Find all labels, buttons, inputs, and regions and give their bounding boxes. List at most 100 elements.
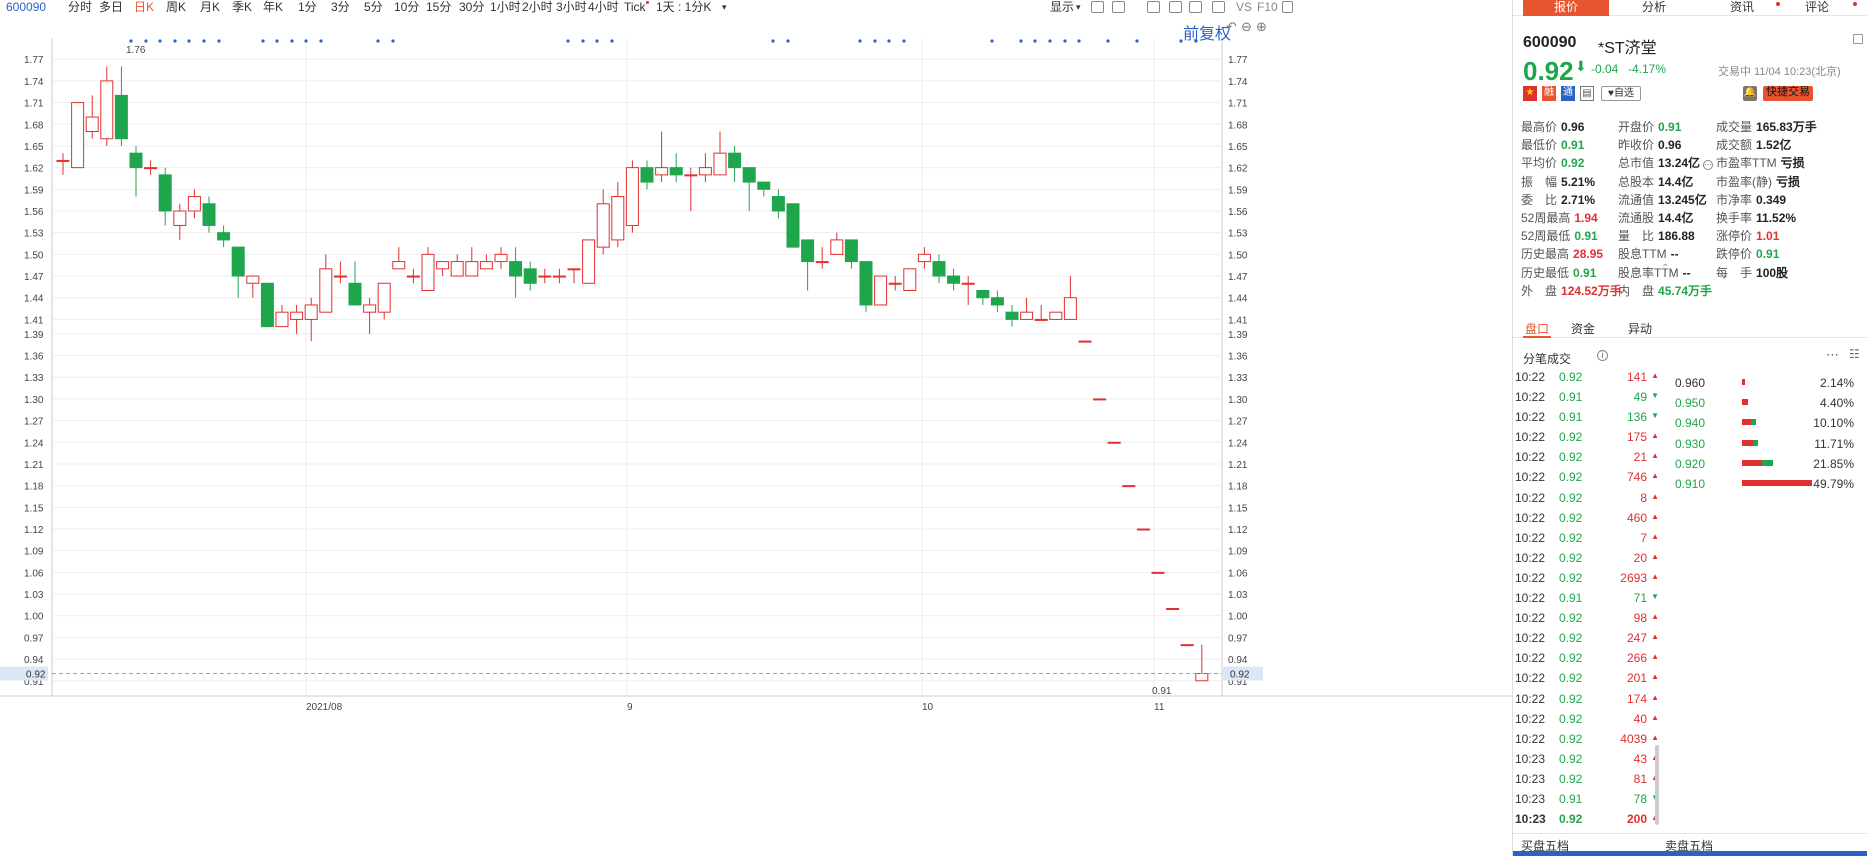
candle-body[interactable] — [903, 268, 917, 291]
period-14[interactable]: 2小时 — [522, 0, 553, 14]
chevron-down-icon[interactable]: ▾ — [1076, 0, 1081, 14]
event-marker[interactable] — [902, 39, 906, 43]
candle-body[interactable] — [625, 167, 639, 226]
candle-body[interactable] — [333, 275, 347, 278]
event-marker[interactable] — [873, 39, 877, 43]
f10-button[interactable]: F10 — [1257, 0, 1278, 14]
period-4[interactable]: 月K — [200, 0, 220, 14]
candle-body[interactable] — [304, 304, 318, 320]
candle-body[interactable] — [1122, 485, 1136, 488]
candle-body[interactable] — [844, 239, 858, 263]
period-13[interactable]: 1小时 — [490, 0, 521, 14]
event-marker[interactable] — [566, 39, 570, 43]
collapse-icon[interactable] — [1853, 34, 1863, 44]
candle-body[interactable] — [947, 275, 961, 284]
period-0[interactable]: 分时 — [68, 0, 92, 14]
candle-body[interactable] — [85, 116, 99, 133]
tab-news[interactable]: 资讯 — [1699, 0, 1785, 16]
period-11[interactable]: 15分 — [426, 0, 451, 14]
candle-body[interactable] — [874, 275, 888, 306]
interval-select[interactable]: 1天 : 1分K — [656, 0, 711, 14]
candle-body[interactable] — [830, 239, 844, 255]
candle-body[interactable] — [990, 297, 1004, 306]
ticks-list[interactable]: 10:22 0.92 141 ▲ 10:22 0.91 49 ▼ 10:22 0.91 136 ▼ 10… — [1513, 366, 1663, 828]
event-marker[interactable] — [858, 39, 862, 43]
candle-body[interactable] — [348, 282, 362, 306]
event-marker[interactable] — [1033, 39, 1037, 43]
event-marker[interactable] — [187, 39, 191, 43]
candle-body[interactable] — [786, 203, 800, 248]
candle-body[interactable] — [260, 282, 274, 328]
event-marker[interactable] — [581, 39, 585, 43]
candle-body[interactable] — [742, 167, 756, 183]
quick-trade-button[interactable]: 快捷交易 — [1763, 86, 1813, 101]
event-marker[interactable] — [610, 39, 614, 43]
ticks-scrollbar[interactable] — [1655, 745, 1659, 825]
period-3[interactable]: 周K — [166, 0, 186, 14]
candle-body[interactable] — [1034, 318, 1048, 321]
candle-body[interactable] — [1049, 311, 1063, 320]
candle-body[interactable] — [552, 275, 566, 278]
period-15[interactable]: 3小时 — [556, 0, 587, 14]
period-8[interactable]: 3分 — [331, 0, 350, 14]
bell-icon[interactable]: 🔔 — [1743, 86, 1757, 101]
candle-body[interactable] — [698, 167, 712, 176]
event-marker[interactable] — [261, 39, 265, 43]
vs-button[interactable]: VS — [1236, 0, 1252, 14]
candle-body[interactable] — [450, 261, 464, 277]
candle-body[interactable] — [217, 232, 231, 241]
candle-body[interactable] — [859, 261, 873, 306]
candle-body[interactable] — [1166, 608, 1180, 610]
info-icon[interactable]: i — [1597, 350, 1608, 361]
candle-body[interactable] — [596, 203, 610, 248]
candle-body[interactable] — [1063, 297, 1077, 320]
candle-body[interactable] — [319, 268, 333, 313]
event-marker[interactable] — [304, 39, 308, 43]
zoom-in-icon[interactable]: ⊕ — [1256, 19, 1267, 35]
event-marker[interactable] — [217, 39, 221, 43]
candle-body[interactable] — [771, 196, 785, 212]
candle-body[interactable] — [231, 246, 245, 277]
event-marker[interactable] — [376, 39, 380, 43]
display-menu[interactable]: 显示 — [1050, 0, 1074, 14]
checkbox-icon[interactable] — [1112, 1, 1125, 13]
candle-body[interactable] — [187, 196, 201, 212]
event-marker[interactable] — [202, 39, 206, 43]
candle-body[interactable] — [290, 311, 304, 320]
period-10[interactable]: 10分 — [394, 0, 419, 14]
candle-body[interactable] — [494, 253, 508, 263]
candle-body[interactable] — [669, 167, 683, 176]
event-marker[interactable] — [1019, 39, 1023, 43]
candle-body[interactable] — [1195, 673, 1209, 682]
candle-body[interactable] — [1136, 528, 1150, 531]
candle-body[interactable] — [1107, 441, 1121, 444]
fullscreen-icon[interactable] — [1212, 1, 1225, 13]
candle-body[interactable] — [801, 239, 815, 263]
tab-capital[interactable]: 资金 — [1571, 320, 1595, 337]
watchlist-button[interactable]: ♥自选 — [1601, 86, 1641, 101]
period-6[interactable]: 年K — [263, 0, 283, 14]
candle-body[interactable] — [158, 174, 172, 212]
candle-body[interactable] — [363, 304, 377, 313]
period-7[interactable]: 1分 — [298, 0, 317, 14]
candle-body[interactable] — [173, 210, 187, 226]
candle-body[interactable] — [713, 152, 727, 176]
period-1[interactable]: 多日 — [99, 0, 123, 14]
event-marker[interactable] — [1063, 39, 1067, 43]
tab-analysis[interactable]: 分析 — [1611, 0, 1697, 16]
event-marker[interactable] — [1135, 39, 1139, 43]
candlestick-chart[interactable]: 1.77 1.77 1.74 1.74 1.71 1.71 1.68 1.68 1.65 1.65… — [0, 18, 1512, 718]
candle-body[interactable] — [582, 239, 596, 284]
period-5[interactable]: 季K — [232, 0, 252, 14]
camera-icon[interactable] — [1147, 1, 1160, 13]
period-17[interactable]: Tick — [624, 0, 646, 14]
candle-body[interactable] — [56, 159, 70, 162]
candle-body[interactable] — [961, 282, 975, 285]
candle-body[interactable] — [1151, 571, 1165, 574]
event-marker[interactable] — [391, 39, 395, 43]
event-marker[interactable] — [1077, 39, 1081, 43]
more-info-icon[interactable]: ⋯ — [1703, 160, 1714, 171]
candle-body[interactable] — [129, 152, 143, 169]
candle-body[interactable] — [917, 253, 931, 263]
candle-body[interactable] — [100, 80, 114, 140]
